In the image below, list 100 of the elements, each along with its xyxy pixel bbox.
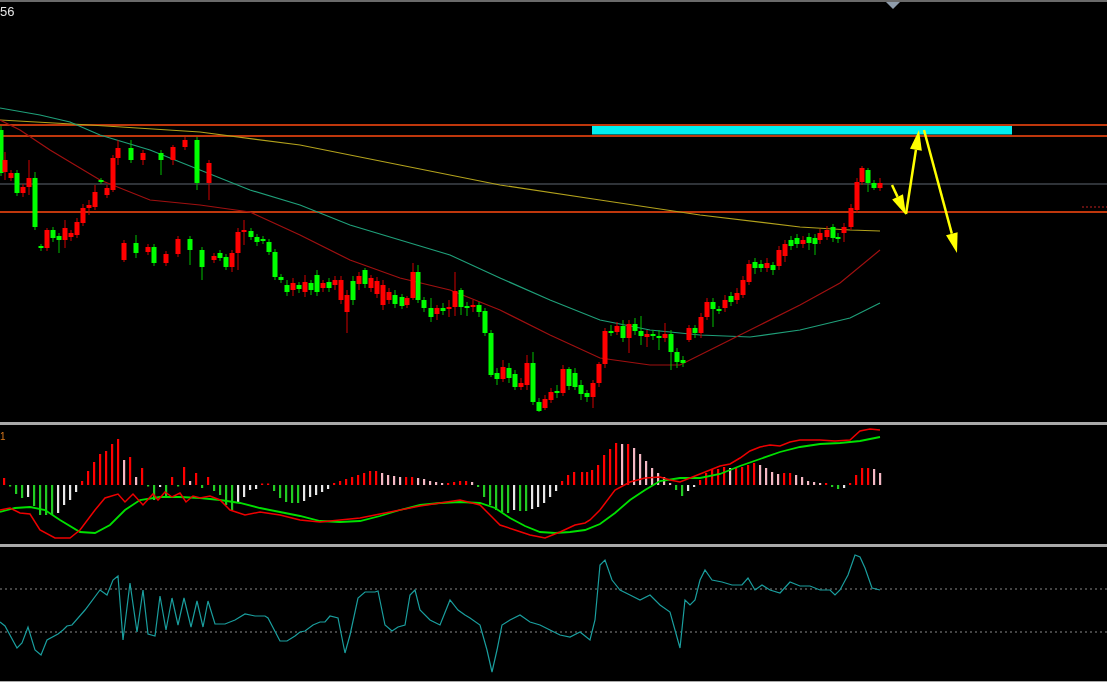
histogram-bar <box>123 460 126 485</box>
histogram-bar <box>495 485 498 510</box>
histogram-bar <box>681 485 684 496</box>
histogram-bar <box>141 468 144 485</box>
histogram-bar <box>471 482 474 485</box>
histogram-bar <box>117 439 120 485</box>
histogram-bar <box>861 468 864 485</box>
histogram-bar <box>837 485 840 489</box>
histogram-bar <box>597 465 600 485</box>
histogram-bar <box>303 485 306 501</box>
histogram-bar <box>789 473 792 485</box>
histogram-bar <box>15 485 18 494</box>
histogram-bar <box>435 482 438 485</box>
histogram-bar <box>759 465 762 485</box>
histogram-bar <box>189 481 192 485</box>
histogram-bar <box>135 477 138 485</box>
histogram-bar <box>609 449 612 485</box>
histogram-bar <box>75 485 78 492</box>
histogram-bar <box>657 473 660 485</box>
histogram-bar <box>291 485 294 503</box>
histogram-bar <box>423 479 426 485</box>
histogram-bar <box>879 473 882 485</box>
histogram-bar <box>27 485 30 497</box>
histogram-bar <box>639 454 642 485</box>
histogram-bar <box>777 474 780 485</box>
histogram-bar <box>429 481 432 485</box>
down-arrow <box>890 184 906 215</box>
histogram-bar <box>315 485 318 495</box>
histogram-bar <box>621 444 624 485</box>
histogram-bar <box>165 485 168 498</box>
histogram-bar <box>93 462 96 485</box>
histogram-bar <box>519 485 522 511</box>
histogram-bar <box>363 473 366 485</box>
histogram-bar <box>231 485 234 510</box>
histogram-bar <box>51 485 54 515</box>
histogram-bar <box>417 478 420 485</box>
histogram-bar <box>531 485 534 509</box>
histogram-bar <box>399 477 402 485</box>
histogram-bar <box>225 485 228 505</box>
histogram-bar <box>747 465 750 485</box>
histogram-bar <box>459 481 462 485</box>
histogram-bar <box>543 485 546 503</box>
histogram-bar <box>3 478 6 485</box>
histogram-bar <box>561 481 564 485</box>
histogram-bar <box>795 475 798 485</box>
histogram-bar <box>375 471 378 485</box>
histogram-bar <box>699 480 702 485</box>
histogram-bar <box>273 485 276 491</box>
histogram-bar <box>765 468 768 485</box>
histogram-bar <box>855 475 858 485</box>
histogram-bar <box>735 468 738 485</box>
histogram-bar <box>687 485 690 491</box>
histogram-bar <box>711 469 714 485</box>
histogram-bar <box>525 485 528 511</box>
histogram-bar <box>87 471 90 485</box>
histogram-bar <box>591 470 594 485</box>
histogram-bar <box>381 473 384 485</box>
histogram-bar <box>513 485 516 510</box>
histogram-bar <box>489 485 492 505</box>
dotted-marker-line <box>1081 206 1107 208</box>
histogram-bar <box>627 444 630 485</box>
histogram-bar <box>57 485 60 513</box>
histogram-bar <box>675 485 678 490</box>
histogram-bar <box>33 485 36 506</box>
histogram-bar <box>219 485 222 495</box>
histogram-bar <box>801 477 804 485</box>
histogram-bar <box>555 485 558 491</box>
histogram-bar <box>171 477 174 485</box>
histogram-bar <box>501 485 504 512</box>
price-label: 56 <box>0 4 15 20</box>
histogram-bar <box>586 472 589 485</box>
histogram-bar <box>105 451 108 485</box>
histogram-bar <box>567 475 570 485</box>
histogram-bar <box>387 475 390 485</box>
histogram-bar <box>369 471 372 485</box>
histogram-bar <box>339 481 342 485</box>
histogram-bar <box>807 481 810 485</box>
histogram-bar <box>195 473 198 485</box>
histogram-bar <box>741 467 744 485</box>
histogram-bar <box>99 454 102 485</box>
histogram-bar <box>581 472 584 485</box>
histogram-bar <box>45 485 48 515</box>
histogram-bar <box>309 485 312 497</box>
histogram-bar <box>81 481 84 485</box>
histogram-bar <box>843 485 846 488</box>
histogram-bar <box>183 467 186 485</box>
histogram-bar <box>723 467 726 485</box>
histogram-bar <box>255 485 258 489</box>
histogram-bar <box>393 476 396 485</box>
histogram-bar <box>21 485 24 498</box>
histogram-bar <box>705 473 708 485</box>
histogram-bar <box>663 477 666 485</box>
histogram-bar <box>813 482 816 485</box>
histogram-bar <box>537 485 540 507</box>
histogram-bar <box>645 461 648 485</box>
histogram-bar <box>717 469 720 485</box>
histogram-bar <box>783 473 786 485</box>
histogram-bar <box>507 485 510 513</box>
histogram-bar <box>297 485 300 503</box>
histogram-bar <box>405 477 408 485</box>
